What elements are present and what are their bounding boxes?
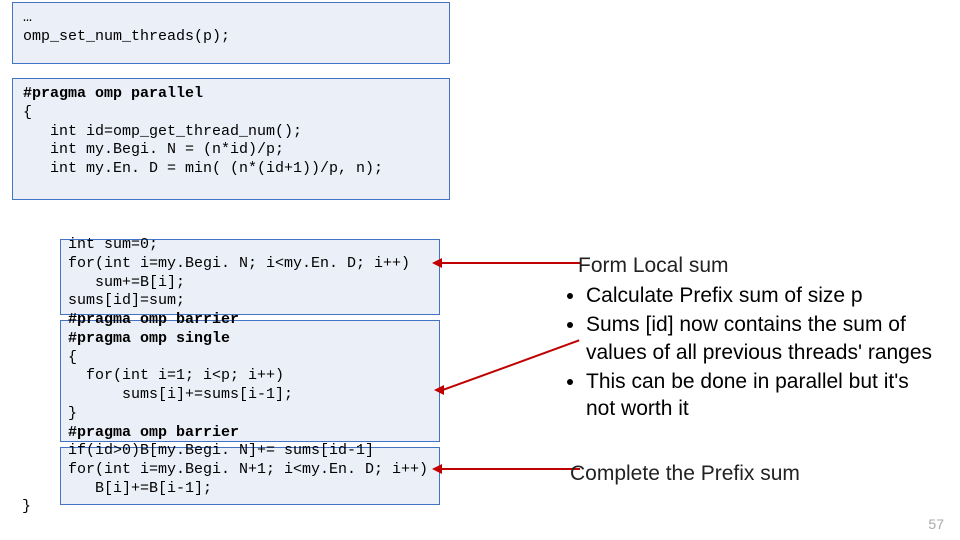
code-pragma: #pragma omp parallel [23, 85, 203, 102]
bullet-item: Calculate Prefix sum of size p [586, 282, 942, 309]
code-line: int my.Begi. N = (n*id)/p; [23, 141, 284, 158]
code-line: … [23, 9, 32, 26]
code-pragma: #pragma omp barrier [68, 424, 239, 441]
code-line: { [23, 104, 32, 121]
code-line: sums[id]=sum; [68, 292, 185, 309]
code-line: omp_set_num_threads(p); [23, 28, 230, 45]
notes-bullets: Calculate Prefix sum of size p Sums [id]… [562, 282, 942, 424]
code-line: sum+=B[i]; [68, 274, 185, 291]
code-line: } [68, 405, 77, 422]
code-closing-brace: } [22, 498, 31, 515]
code-pragma: #pragma omp barrier [68, 311, 239, 328]
code-block-body: int sum=0; for(int i=my.Begi. N; i<my.En… [40, 232, 450, 492]
code-line: int id=omp_get_thread_num(); [23, 123, 302, 140]
note-complete-prefix: Complete the Prefix sum [570, 460, 800, 487]
page-number: 57 [928, 516, 944, 532]
note-form-local-sum: Form Local sum [578, 252, 729, 279]
code-line: for(int i=1; i<p; i++) [68, 367, 284, 384]
code-line: if(id>0)B[my.Begi. N]+= sums[id-1] [68, 442, 374, 459]
code-line: int sum=0; [68, 236, 158, 253]
code-line: for(int i=my.Begi. N; i<my.En. D; i++) [68, 255, 410, 272]
bullet-item: Sums [id] now contains the sum of values… [586, 311, 942, 366]
code-line: B[i]+=B[i-1]; [68, 480, 212, 497]
code-block-setup: … omp_set_num_threads(p); [12, 2, 450, 64]
bullet-item: This can be done in parallel but it's no… [586, 368, 942, 423]
code-line: { [68, 349, 77, 366]
code-block-parallel: #pragma omp parallel { int id=omp_get_th… [12, 78, 450, 200]
code-pragma: #pragma omp single [68, 330, 230, 347]
code-line: for(int i=my.Begi. N+1; i<my.En. D; i++) [68, 461, 428, 478]
code-line: sums[i]+=sums[i-1]; [68, 386, 293, 403]
code-line: int my.En. D = min( (n*(id+1))/p, n); [23, 160, 383, 177]
